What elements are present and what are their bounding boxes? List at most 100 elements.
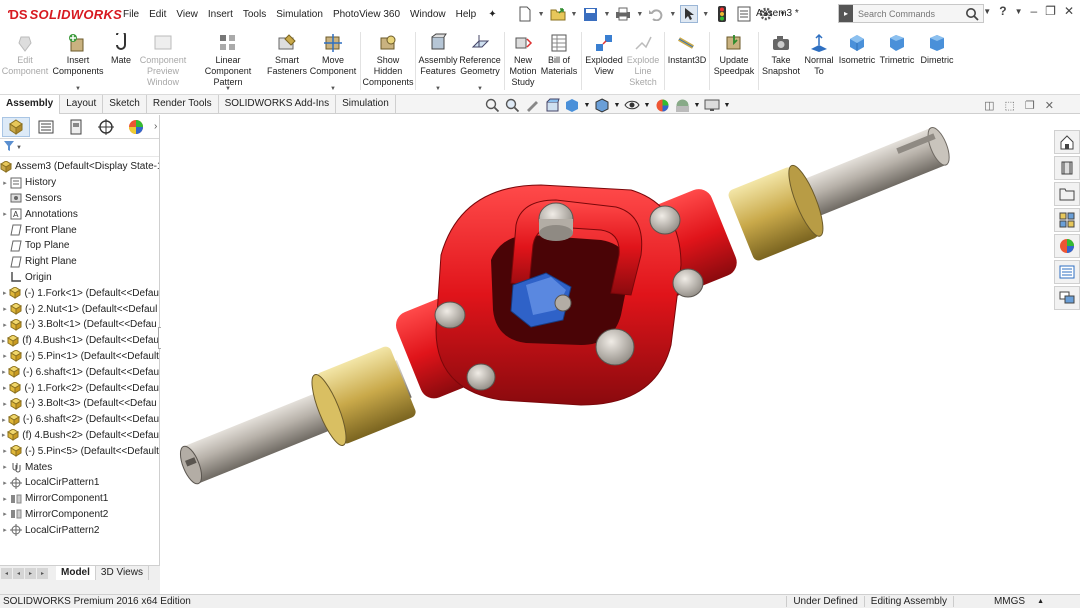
tree-item[interactable]: ▸ (-) 1.Fork<1> (Default<<Defau <box>0 285 159 301</box>
pin-left-bottom[interactable] <box>466 363 496 391</box>
last-tab-icon[interactable]: ▸ <box>37 567 48 579</box>
custom-properties-icon[interactable] <box>1054 260 1080 284</box>
search-scope-icon[interactable]: ▸ <box>839 5 853 22</box>
chevron-down-icon[interactable]: ▼ <box>636 11 643 18</box>
assembly-features-button[interactable]: Assembly Features ▼ <box>418 28 458 94</box>
expand-arrow-icon[interactable]: ▸ <box>0 384 9 392</box>
feature-tree-tab-icon[interactable] <box>2 116 30 137</box>
pin-left-top[interactable] <box>434 301 466 329</box>
pin-icon[interactable]: ✦ <box>483 9 501 20</box>
graphics-area[interactable] <box>161 115 1052 580</box>
tree-item[interactable]: ▸ (-) 3.Bolt<3> (Default<<Defau <box>0 396 159 412</box>
new-motion-study-button[interactable]: New Motion Study <box>507 28 539 94</box>
previous-view-icon[interactable] <box>524 97 540 113</box>
pin-right-top[interactable] <box>649 205 681 235</box>
tree-item[interactable]: ▸ (f) 4.Bush<2> (Default<<Defau <box>0 428 159 444</box>
view-palette-icon[interactable] <box>1054 208 1080 232</box>
tree-item[interactable]: ▸ (-) 1.Fork<2> (Default<<Defau <box>0 380 159 396</box>
menu-file[interactable]: File <box>118 9 144 20</box>
new-document-icon[interactable] <box>516 5 534 23</box>
insert-components-button[interactable]: Insert Components ▼ <box>50 28 106 94</box>
expand-arrow-icon[interactable]: ▸ <box>0 289 9 297</box>
solidworks-logo[interactable]: ƊS SOLIDWORKS <box>0 0 122 28</box>
explode-line-sketch-button[interactable]: Explode Line Sketch <box>624 28 662 94</box>
chevron-down-icon[interactable]: ▼ <box>435 86 441 92</box>
tree-item[interactable]: ▸ (-) 2.Nut<1> (Default<<Defaul <box>0 301 159 317</box>
split-view-horizontal-icon[interactable]: ⬚ <box>1005 99 1015 112</box>
tree-item[interactable]: ▸ (-) 5.Pin<5> (Default<<Default <box>0 443 159 459</box>
filter-icon[interactable] <box>3 140 15 155</box>
split-view-icon[interactable]: ◫ <box>984 99 994 112</box>
edit-component-button[interactable]: Edit Component <box>0 28 50 94</box>
search-commands[interactable]: ▸ Search Commands <box>838 4 984 23</box>
mate-button[interactable]: Mate <box>106 28 136 94</box>
display-style-icon[interactable] <box>594 97 610 113</box>
chevron-down-icon[interactable]: ▼ <box>225 86 231 92</box>
expand-arrow-icon[interactable]: ▸ <box>0 352 10 360</box>
select-cursor-icon[interactable] <box>680 5 699 23</box>
tree-item[interactable]: Top Plane <box>0 238 159 254</box>
chevron-down-icon[interactable]: ▼ <box>669 11 676 18</box>
chevron-down-icon[interactable]: ▼ <box>724 97 731 113</box>
chevron-down-icon[interactable]: ▼ <box>614 97 621 113</box>
viewport-restore-icon[interactable]: ❐ <box>1025 99 1035 112</box>
tab-solidworks-addins[interactable]: SOLIDWORKS Add-Ins <box>219 95 337 114</box>
isometric-button[interactable]: Isometric <box>837 28 877 94</box>
chevron-right-icon[interactable]: › <box>154 121 157 132</box>
tree-item[interactable]: ▸ (-) 5.Pin<1> (Default<<Default <box>0 349 159 365</box>
tree-item[interactable]: Assem3 (Default<Display State-1 <box>0 159 159 175</box>
dimxpert-tab-icon[interactable] <box>92 117 120 137</box>
normal-to-button[interactable]: Normal To <box>801 28 837 94</box>
apply-scene-icon[interactable] <box>674 97 690 113</box>
restore-icon[interactable]: ❐ <box>1045 4 1056 18</box>
take-snapshot-button[interactable]: Take Snapshot <box>761 28 801 94</box>
tab-3d-views[interactable]: 3D Views <box>96 565 149 581</box>
expand-arrow-icon[interactable]: ▸ <box>0 526 10 534</box>
chevron-down-icon[interactable]: ▼ <box>571 11 578 18</box>
tab-assembly[interactable]: Assembly <box>0 95 61 114</box>
search-dropdown-icon[interactable]: ▼ <box>983 7 991 16</box>
tree-item[interactable]: ▸ (f) 4.Bush<1> (Default<<Defau <box>0 333 159 349</box>
menu-edit[interactable]: Edit <box>144 9 171 20</box>
move-component-button[interactable]: Move Component ▼ <box>308 28 358 94</box>
view-settings-icon[interactable] <box>704 97 720 113</box>
show-hidden-components-button[interactable]: Show Hidden Components <box>362 28 414 94</box>
hide-show-items-icon[interactable] <box>624 97 640 113</box>
edit-appearance-icon[interactable] <box>654 97 670 113</box>
expand-arrow-icon[interactable]: ▸ <box>0 400 10 408</box>
chevron-down-icon[interactable]: ▼ <box>584 97 591 113</box>
pin-front-right[interactable] <box>595 328 635 366</box>
expand-arrow-icon[interactable]: ▸ <box>0 447 10 455</box>
viewport-close-icon[interactable]: ✕ <box>1045 99 1054 112</box>
menu-photoview[interactable]: PhotoView 360 <box>328 9 405 20</box>
expand-arrow-icon[interactable]: ▸ <box>0 431 7 439</box>
component-preview-window-button[interactable]: Component Preview Window <box>136 28 190 94</box>
update-speedpak-button[interactable]: Update Speedpak <box>712 28 756 94</box>
search-input[interactable]: Search Commands <box>853 9 961 19</box>
save-icon[interactable] <box>581 5 599 23</box>
view-orientation-icon[interactable] <box>564 97 580 113</box>
prev-tab-icon[interactable]: ◂ <box>13 567 24 579</box>
menu-simulation[interactable]: Simulation <box>271 9 328 20</box>
tab-layout[interactable]: Layout <box>60 95 104 114</box>
search-icon[interactable] <box>961 7 983 21</box>
feature-tree-horizontal-scrollbar[interactable] <box>0 580 160 594</box>
print-icon[interactable] <box>614 5 632 23</box>
configuration-manager-tab-icon[interactable] <box>62 117 90 137</box>
pin-right-bottom[interactable] <box>672 268 704 298</box>
tree-filter[interactable]: ▼ <box>0 139 159 157</box>
tree-item[interactable]: ▸ A Annotations <box>0 206 159 222</box>
tree-item[interactable]: ▸ LocalCirPattern2 <box>0 522 159 538</box>
expand-arrow-icon[interactable]: ▸ <box>0 321 10 329</box>
chevron-down-icon[interactable]: ▼ <box>16 145 22 151</box>
chevron-down-icon[interactable]: ▼ <box>477 86 483 92</box>
status-unit-system[interactable]: MMGS <box>952 596 1031 607</box>
section-view-icon[interactable] <box>544 97 560 113</box>
undo-icon[interactable] <box>647 5 665 23</box>
chevron-down-icon[interactable]: ▼ <box>644 97 651 113</box>
menu-window[interactable]: Window <box>405 9 451 20</box>
exploded-view-button[interactable]: Exploded View <box>584 28 624 94</box>
chevron-down-icon[interactable]: ▼ <box>330 86 336 92</box>
expand-arrow-icon[interactable]: ▸ <box>0 479 10 487</box>
expand-arrow-icon[interactable]: ▸ <box>0 305 10 313</box>
